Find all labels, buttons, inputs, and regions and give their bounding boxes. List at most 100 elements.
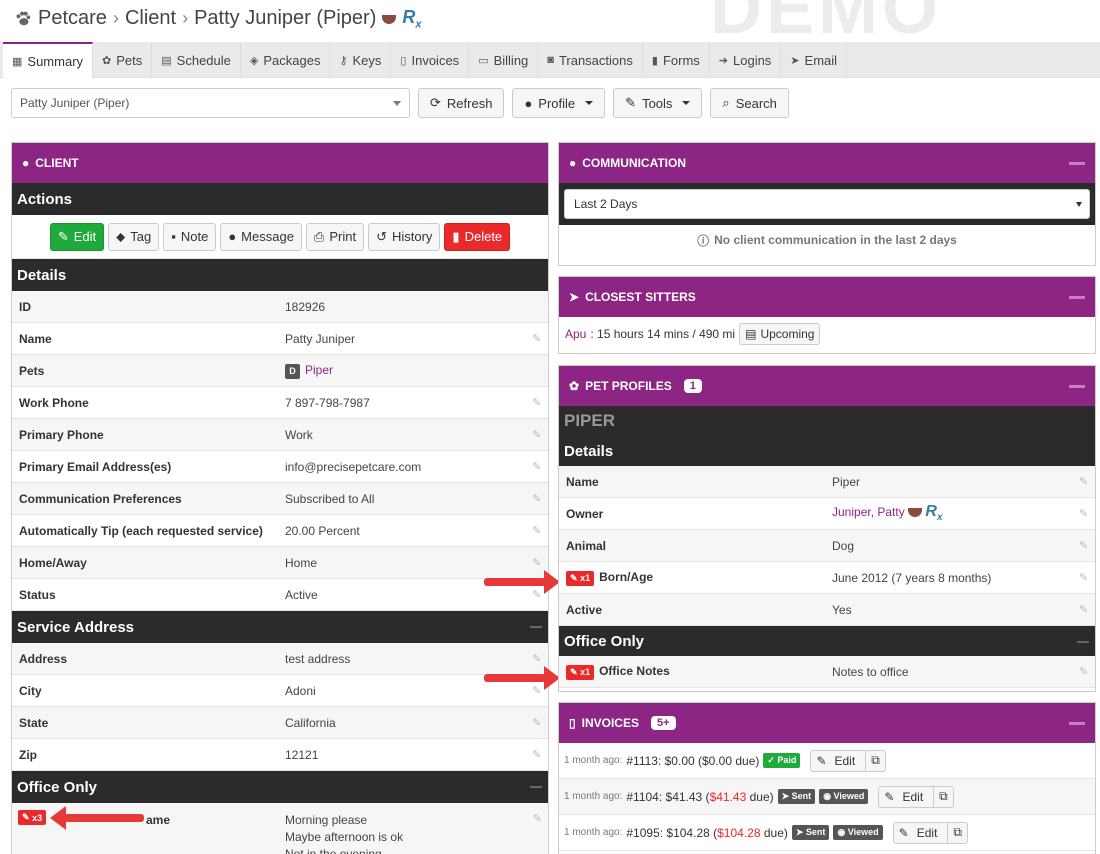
edit-tag-badge[interactable]: ✎ x3 [18,810,47,825]
pencil-icon[interactable]: ✎ [1079,475,1089,488]
work-phone-link[interactable]: 7 897-798-7987 [285,396,370,410]
office-only-heading: Office Only [12,771,548,803]
pencil-icon[interactable]: ✎ [532,684,542,697]
pencil-icon[interactable]: ✎ [532,396,542,409]
tab-email[interactable]: ➤ Email [781,42,848,78]
pencil-icon[interactable]: ✎ [1079,539,1089,552]
delete-button[interactable]: ▮ Delete [444,222,511,251]
service-row-address: Address test address ✎ [12,643,548,675]
calendar-icon: ▤ [161,54,172,67]
sign-in-icon: ➔ [718,54,728,67]
pet-profiles-header: ✿ Pet Profiles 1 [559,366,1095,406]
annotation-arrow [50,806,144,830]
user-icon: ● [22,156,30,170]
profile-button[interactable]: ● Profile [512,88,606,118]
pencil-icon[interactable]: ✎ [532,428,542,441]
external-link-icon[interactable]: ⧉ [933,785,953,808]
breadcrumb-client[interactable]: Client [125,7,176,30]
pencil-icon[interactable]: ✎ [532,588,542,601]
office-notes-row: ✎ x3 ame Morning please Maybe afternoon … [12,803,548,854]
collapse-icon[interactable] [530,786,542,788]
minimize-icon[interactable] [1069,162,1085,165]
pencil-icon[interactable]: ✎ [532,524,542,537]
sitter-link[interactable]: Apu [565,327,586,341]
tab-packages[interactable]: ◈ Packages [241,42,331,78]
pet-name-heading: PIPER [559,406,1095,436]
edit-icon: ✎ [570,572,578,583]
info-icon: ⓘ [697,233,710,248]
edit-tag-badge[interactable]: ✎ x1 [566,570,595,586]
edit-icon: ✎ [22,812,30,822]
grid-icon: ▦ [12,55,23,68]
tab-invoices[interactable]: ▯ Invoices [391,42,470,78]
pet-row-animal: Animal Dog ✎ [559,530,1095,562]
pencil-icon[interactable]: ✎ [1079,507,1089,520]
tab-keys[interactable]: ⚷ Keys [330,42,392,78]
pencil-icon[interactable]: ✎ [532,748,542,761]
tools-button[interactable]: ✎ Tools [613,88,703,118]
pencil-icon[interactable]: ✎ [1079,665,1089,678]
annotation-arrow [484,570,560,594]
pencil-icon[interactable]: ✎ [532,460,542,473]
edit-icon: ✎ [570,666,578,677]
toolbar: Patty Juniper (Piper) ⟳ Refresh ● Profile … [11,88,789,118]
tab-summary[interactable]: ▦ Summary [3,42,94,78]
file-icon: ▮ [651,54,658,67]
pencil-icon[interactable]: ✎ [533,812,542,825]
email-link[interactable]: info@precisepetcare.com [285,460,421,474]
details-heading: Details [12,259,548,291]
search-button[interactable]: ⌕ Search [710,88,789,118]
history-button[interactable]: ↺ History [368,222,441,251]
service-address-heading: Service Address [12,611,548,643]
collapse-icon[interactable] [1077,641,1089,643]
search-icon: ⌕ [722,95,730,110]
tab-transactions[interactable]: ◙ Transactions [538,42,643,78]
pencil-icon[interactable]: ✎ [532,716,542,729]
pet-row-born-age: ✎ x1 Born/Age June 2012 (7 years 8 months)… [559,562,1095,594]
pencil-icon[interactable]: ✎ [532,556,542,569]
invoice-edit-button[interactable]: ✎ Edit [811,750,865,772]
tab-pets[interactable]: ✿ Pets [93,42,153,78]
edit-tag-badge[interactable]: ✎ x1 [566,664,595,680]
minimize-icon[interactable] [1069,722,1085,725]
note-button[interactable]: ▪ Note [163,222,217,251]
detail-row-pets: Pets D Piper [12,355,548,387]
tab-schedule[interactable]: ▤ Schedule [152,42,241,78]
external-link-icon[interactable]: ⧉ [947,821,967,844]
upcoming-button[interactable]: ▤ Upcoming [739,323,821,345]
invoice-edit-button[interactable]: ✎ Edit [894,822,948,844]
pencil-icon[interactable]: ✎ [1079,571,1089,584]
pencil-icon[interactable]: ✎ [1079,603,1089,616]
address-link[interactable]: test address [285,652,350,666]
minimize-icon[interactable] [1069,296,1085,299]
rx-icon: Rx [925,503,943,524]
closest-sitters-panel: ➤ Closest Sitters Apu: 15 hours 14 mins … [558,276,1096,354]
owner-link[interactable]: Juniper, Patty [832,505,905,519]
message-button[interactable]: ● Message [220,222,302,251]
client-select[interactable]: Patty Juniper (Piper) [11,88,410,118]
edit-button[interactable]: ✎ Edit [49,222,105,251]
collapse-icon[interactable] [530,626,542,628]
communication-panel: ● Communication Last 2 Days ⓘ No client … [558,142,1096,266]
actions-heading: Actions [12,183,548,215]
pencil-icon[interactable]: ✎ [532,332,542,345]
communication-range-select[interactable]: Last 2 Days [564,189,1090,219]
user-icon: ● [524,95,533,111]
pet-link[interactable]: Piper [305,363,333,377]
rx-icon: Rx [402,7,422,31]
minimize-icon[interactable] [1069,385,1085,388]
pencil-icon[interactable]: ✎ [532,492,542,505]
invoice-edit-button[interactable]: ✎ Edit [879,786,933,808]
pencil-icon[interactable]: ✎ [532,652,542,665]
external-link-icon[interactable]: ⧉ [865,749,885,772]
office-notes-label: ame [146,813,171,827]
tab-logins[interactable]: ➔ Logins [710,42,782,78]
breadcrumb-petcare[interactable]: Petcare [38,7,107,30]
tab-forms[interactable]: ▮ Forms [643,42,710,78]
tag-button[interactable]: ⬥ Tag [108,222,160,251]
tab-billing[interactable]: ▭ Billing [469,42,539,78]
office-notes-value: Morning please Maybe afternoon is ok Not… [285,813,404,854]
client-panel: ● Client Actions ✎ Edit ⬥ Tag ▪ Note ● Messa… [11,142,549,854]
print-button[interactable]: ⎙ Print [305,222,365,251]
refresh-button[interactable]: ⟳ Refresh [418,88,505,118]
